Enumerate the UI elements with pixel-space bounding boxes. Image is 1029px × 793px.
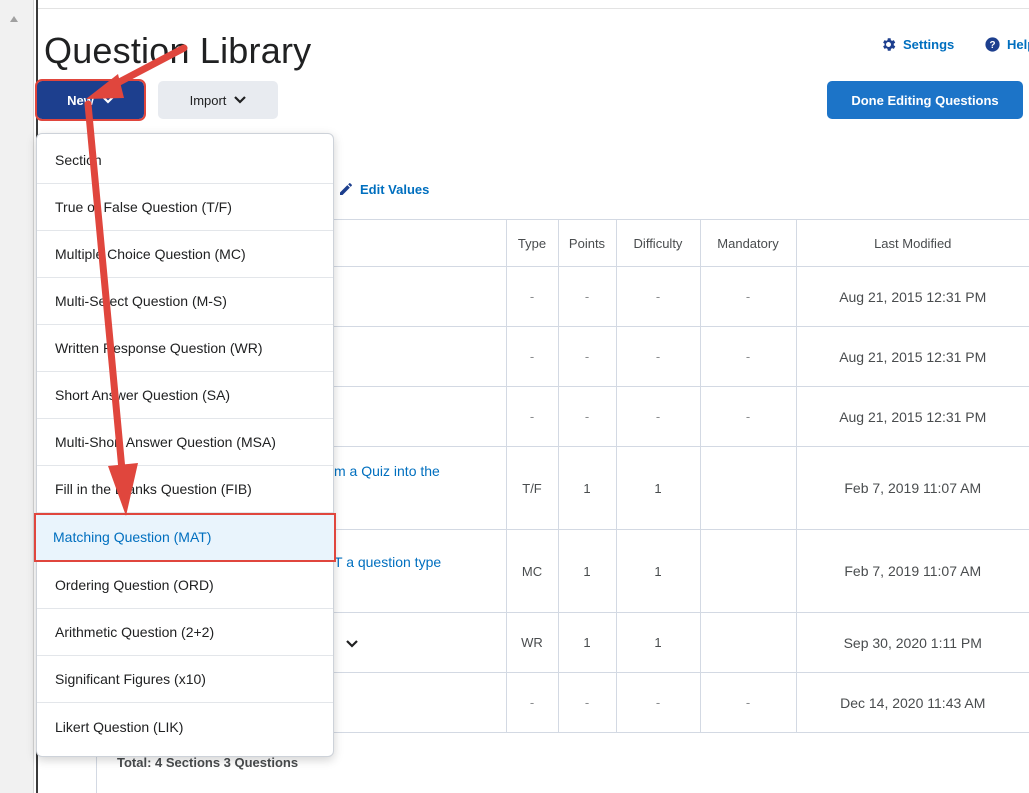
chevron-down-icon[interactable] <box>346 639 358 648</box>
row-last-modified: Feb 7, 2019 11:07 AM <box>795 529 1029 613</box>
row-points: - <box>557 266 616 327</box>
new-button-label: New <box>67 92 94 108</box>
svg-text:?: ? <box>989 40 995 51</box>
row-mandatory <box>699 529 796 613</box>
settings-label: Settings <box>903 37 955 52</box>
row-points: 1 <box>557 612 616 673</box>
menu-item-ordering[interactable]: Ordering Question (ORD) <box>37 562 333 609</box>
row-mandatory: - <box>699 326 796 387</box>
row-mandatory <box>699 446 796 530</box>
import-button[interactable]: Import <box>158 81 278 119</box>
row-difficulty: - <box>615 672 700 733</box>
menu-item-multi-short-answer[interactable]: Multi-Short Answer Question (MSA) <box>37 419 333 466</box>
pencil-icon <box>340 183 352 195</box>
column-header-mandatory[interactable]: Mandatory <box>699 219 796 267</box>
row-mandatory: - <box>699 672 796 733</box>
menu-item-section[interactable]: Section <box>37 137 333 184</box>
page-title: Question Library <box>44 30 312 71</box>
page-scrollbar[interactable] <box>0 0 34 793</box>
new-dropdown-menu: Section True or False Question (T/F) Mul… <box>34 133 336 757</box>
row-mandatory: - <box>699 266 796 327</box>
scroll-up-arrow-icon[interactable] <box>10 16 18 22</box>
column-header-type[interactable]: Type <box>505 219 558 267</box>
row-type: - <box>505 266 558 327</box>
menu-item-likert[interactable]: Likert Question (LIK) <box>37 703 333 750</box>
gear-icon <box>883 38 896 51</box>
chevron-down-icon <box>102 96 114 104</box>
edit-values-label: Edit Values <box>360 181 430 197</box>
menu-item-fill-in-blanks[interactable]: Fill in the Blanks Question (FIB) <box>37 466 333 513</box>
done-editing-button[interactable]: Done Editing Questions <box>827 81 1023 119</box>
help-link[interactable]: ? Help <box>984 36 1029 53</box>
row-type: MC <box>505 529 558 613</box>
row-mandatory <box>699 612 796 673</box>
row-last-modified: Aug 21, 2015 12:31 PM <box>795 326 1029 387</box>
help-circle-icon: ? <box>985 37 1000 52</box>
import-button-label: Import <box>189 92 227 108</box>
settings-link[interactable]: Settings <box>880 36 954 53</box>
row-points: - <box>557 326 616 387</box>
row-difficulty: 1 <box>615 612 700 673</box>
top-divider <box>38 8 1029 9</box>
help-label: Help <box>1007 37 1029 52</box>
menu-item-true-false[interactable]: True or False Question (T/F) <box>37 184 333 231</box>
row-type: - <box>505 672 558 733</box>
row-last-modified: Dec 14, 2020 11:43 AM <box>795 672 1029 733</box>
menu-item-matching[interactable]: Matching Question (MAT) <box>34 513 336 562</box>
edit-values-link[interactable]: Edit Values <box>338 181 429 197</box>
row-difficulty: - <box>615 266 700 327</box>
menu-item-significant-figures[interactable]: Significant Figures (x10) <box>37 656 333 703</box>
column-header-points[interactable]: Points <box>557 219 616 267</box>
row-last-modified: Aug 21, 2015 12:31 PM <box>795 386 1029 447</box>
menu-item-written-response[interactable]: Written Response Question (WR) <box>37 325 333 372</box>
new-button[interactable]: New <box>35 79 146 121</box>
row-points: 1 <box>557 529 616 613</box>
row-points: - <box>557 672 616 733</box>
chevron-down-icon <box>234 96 247 104</box>
table-total: Total: 4 Sections 3 Questions <box>117 755 299 770</box>
row-type: - <box>505 386 558 447</box>
menu-item-short-answer[interactable]: Short Answer Question (SA) <box>37 372 333 419</box>
row-difficulty: - <box>615 326 700 387</box>
row-mandatory: - <box>699 386 796 447</box>
row-difficulty: 1 <box>615 446 700 530</box>
column-header-last-modified[interactable]: Last Modified <box>795 219 1029 267</box>
menu-item-arithmetic[interactable]: Arithmetic Question (2+2) <box>37 609 333 656</box>
row-type: - <box>505 326 558 387</box>
row-difficulty: 1 <box>615 529 700 613</box>
row-difficulty: - <box>615 386 700 447</box>
menu-item-multi-select[interactable]: Multi-Select Question (M-S) <box>37 278 333 325</box>
row-last-modified: Feb 7, 2019 11:07 AM <box>795 446 1029 530</box>
row-type: T/F <box>505 446 558 530</box>
row-last-modified: Aug 21, 2015 12:31 PM <box>795 266 1029 327</box>
row-last-modified: Sep 30, 2020 1:11 PM <box>795 612 1029 673</box>
row-type: WR <box>505 612 558 673</box>
row-points: 1 <box>557 446 616 530</box>
menu-item-multiple-choice[interactable]: Multiple Choice Question (MC) <box>37 231 333 278</box>
column-header-difficulty[interactable]: Difficulty <box>615 219 700 267</box>
row-points: - <box>557 386 616 447</box>
